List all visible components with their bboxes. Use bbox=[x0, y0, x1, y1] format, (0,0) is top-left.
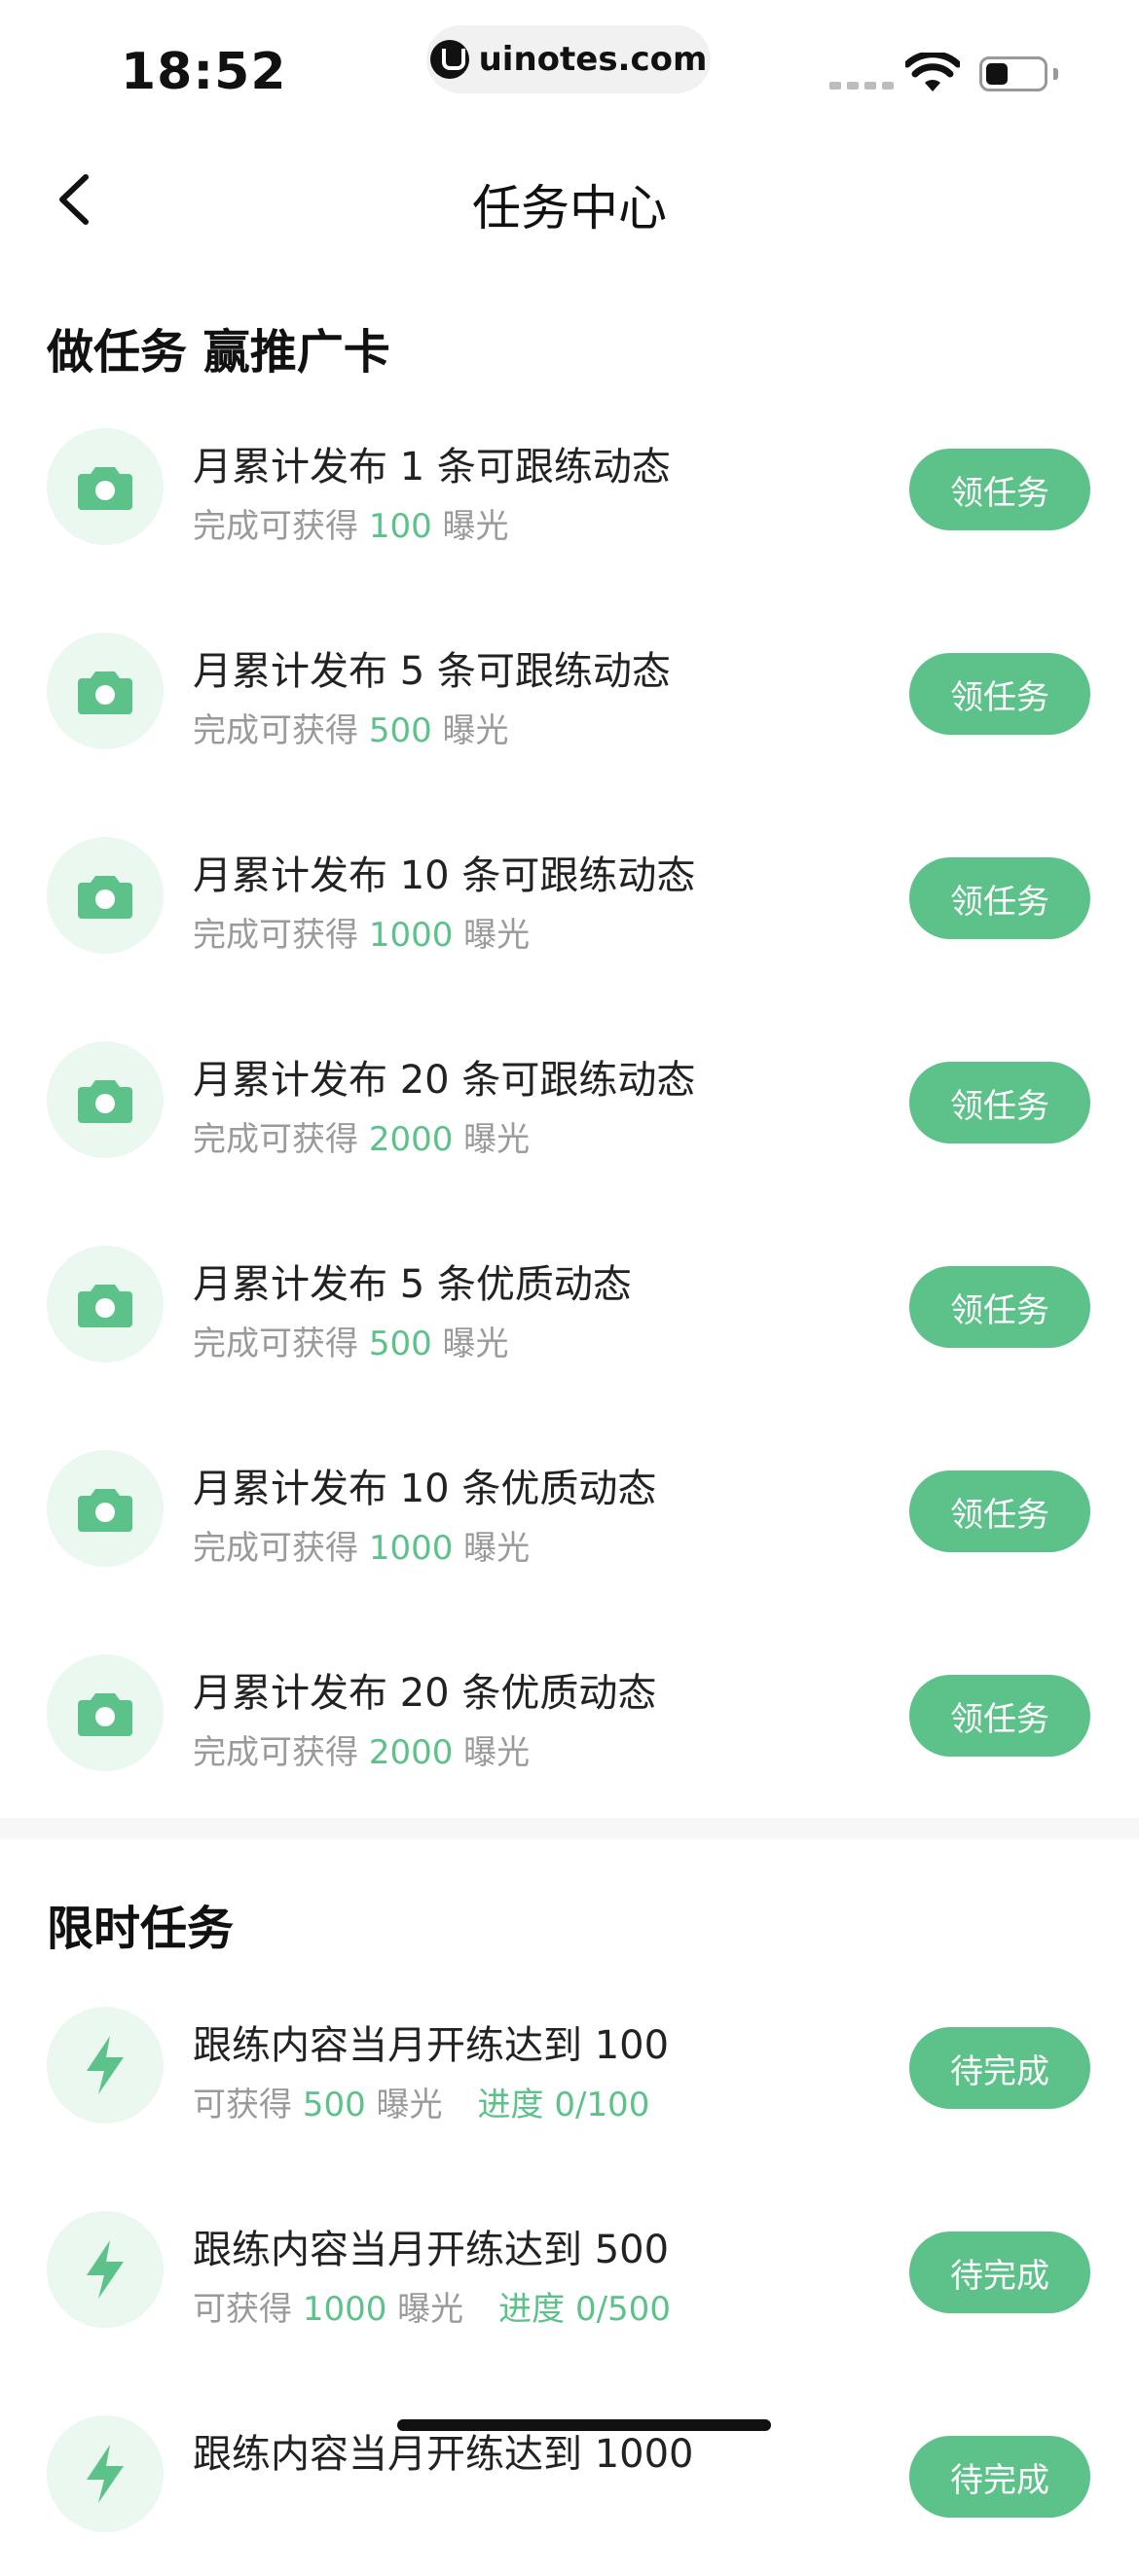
reward-unit: 曝光 bbox=[463, 916, 531, 955]
camera-icon bbox=[47, 428, 164, 545]
task-reward: 完成可获得 2000 曝光 bbox=[193, 1112, 530, 1160]
reward-amount: 1000 bbox=[368, 1529, 454, 1568]
reward-prefix: 可获得 bbox=[193, 2086, 292, 2124]
lightning-icon bbox=[47, 2211, 164, 2328]
task-title: 月累计发布 10 条可跟练动态 bbox=[193, 853, 696, 898]
status-bar: 18:52 uinotes.com bbox=[0, 0, 1139, 127]
url-pill[interactable]: uinotes.com bbox=[426, 25, 711, 93]
reward-prefix: 完成可获得 bbox=[193, 916, 358, 955]
reward-amount: 500 bbox=[368, 711, 432, 750]
section-title-limited: 限时任务 bbox=[47, 1902, 235, 1956]
task-reward: 完成可获得 1000 曝光 bbox=[193, 908, 530, 956]
reward-unit: 曝光 bbox=[442, 711, 509, 750]
camera-icon bbox=[47, 1246, 164, 1362]
reward-unit: 曝光 bbox=[463, 1120, 531, 1159]
claim-task-button[interactable]: 领任务 bbox=[909, 857, 1090, 939]
camera-icon bbox=[47, 837, 164, 954]
task-row: 月累计发布 20 条优质动态 完成可获得 2000 曝光 领任务 bbox=[0, 1611, 1139, 1815]
task-reward: 完成可获得 500 曝光 bbox=[193, 1317, 509, 1364]
page-title: 任务中心 bbox=[472, 180, 667, 236]
limited-task-row: 跟练内容当月开练达到 500 可获得 1000 曝光 进度 0/500 待完成 bbox=[0, 2167, 1139, 2372]
claim-task-button[interactable]: 领任务 bbox=[909, 653, 1090, 735]
task-reward: 可获得 1000 曝光 进度 0/500 bbox=[193, 2282, 671, 2330]
navigation-bar: 任务中心 bbox=[0, 127, 1139, 272]
task-title: 月累计发布 20 条可跟练动态 bbox=[193, 1058, 696, 1103]
task-reward: 完成可获得 2000 曝光 bbox=[193, 1725, 530, 1773]
battery-tip bbox=[1053, 68, 1058, 80]
task-row: 月累计发布 1 条可跟练动态 完成可获得 100 曝光 领任务 bbox=[0, 384, 1139, 589]
battery-icon bbox=[979, 56, 1047, 91]
limited-task-row: 跟练内容当月开练达到 100 可获得 500 曝光 进度 0/100 待完成 bbox=[0, 1963, 1139, 2167]
reward-unit: 曝光 bbox=[442, 1324, 509, 1363]
reward-prefix: 可获得 bbox=[193, 2290, 292, 2329]
lightning-icon bbox=[47, 2007, 164, 2123]
site-logo-icon bbox=[429, 40, 469, 79]
reward-amount: 500 bbox=[368, 1324, 432, 1363]
pending-button[interactable]: 待完成 bbox=[909, 2231, 1090, 2313]
reward-amount: 2000 bbox=[368, 1733, 454, 1772]
task-title: 跟练内容当月开练达到 100 bbox=[193, 2023, 670, 2068]
task-reward: 可获得 500 曝光 进度 0/100 bbox=[193, 2078, 649, 2125]
camera-icon bbox=[47, 1654, 164, 1771]
task-row: 月累计发布 20 条可跟练动态 完成可获得 2000 曝光 领任务 bbox=[0, 998, 1139, 1202]
pending-button[interactable]: 待完成 bbox=[909, 2027, 1090, 2109]
camera-icon bbox=[47, 633, 164, 749]
reward-prefix: 完成可获得 bbox=[193, 1733, 358, 1772]
reward-amount: 2000 bbox=[368, 1120, 454, 1159]
pending-button[interactable]: 待完成 bbox=[909, 2436, 1090, 2518]
home-indicator bbox=[397, 2419, 771, 2431]
cellular-signal-icon bbox=[829, 82, 894, 90]
url-text: uinotes.com bbox=[478, 40, 708, 79]
task-title: 月累计发布 5 条优质动态 bbox=[193, 1262, 632, 1307]
reward-prefix: 完成可获得 bbox=[193, 507, 358, 546]
camera-icon bbox=[47, 1041, 164, 1158]
task-row: 月累计发布 5 条可跟练动态 完成可获得 500 曝光 领任务 bbox=[0, 589, 1139, 793]
claim-task-button[interactable]: 领任务 bbox=[909, 1470, 1090, 1552]
limited-task-row: 跟练内容当月开练达到 1000 待完成 bbox=[0, 2372, 1139, 2576]
task-row: 月累计发布 5 条优质动态 完成可获得 500 曝光 领任务 bbox=[0, 1202, 1139, 1406]
camera-icon bbox=[47, 1450, 164, 1567]
task-title: 月累计发布 10 条优质动态 bbox=[193, 1467, 657, 1511]
section-divider bbox=[0, 1818, 1139, 1839]
reward-prefix: 完成可获得 bbox=[193, 1529, 358, 1568]
reward-amount: 100 bbox=[368, 507, 432, 546]
reward-unit: 曝光 bbox=[463, 1529, 531, 1568]
reward-unit: 曝光 bbox=[463, 1733, 531, 1772]
task-progress: 进度 0/100 bbox=[477, 2086, 650, 2124]
wifi-icon bbox=[905, 53, 960, 91]
reward-prefix: 完成可获得 bbox=[193, 1120, 358, 1159]
task-reward: 完成可获得 500 曝光 bbox=[193, 704, 509, 751]
task-title: 月累计发布 20 条优质动态 bbox=[193, 1671, 657, 1716]
reward-amount: 1000 bbox=[368, 916, 454, 955]
reward-unit: 曝光 bbox=[376, 2086, 443, 2124]
task-reward: 完成可获得 1000 曝光 bbox=[193, 1521, 530, 1569]
task-title: 月累计发布 1 条可跟练动态 bbox=[193, 445, 671, 490]
claim-task-button[interactable]: 领任务 bbox=[909, 449, 1090, 530]
claim-task-button[interactable]: 领任务 bbox=[909, 1266, 1090, 1348]
reward-unit: 曝光 bbox=[397, 2290, 464, 2329]
reward-prefix: 完成可获得 bbox=[193, 1324, 358, 1363]
reward-amount: 500 bbox=[302, 2086, 366, 2124]
reward-unit: 曝光 bbox=[442, 507, 509, 546]
lightning-icon bbox=[47, 2415, 164, 2532]
claim-task-button[interactable]: 领任务 bbox=[909, 1675, 1090, 1757]
reward-prefix: 完成可获得 bbox=[193, 711, 358, 750]
claim-task-button[interactable]: 领任务 bbox=[909, 1062, 1090, 1143]
task-row: 月累计发布 10 条优质动态完成可获得 1000 曝光 领任务 bbox=[0, 1406, 1139, 1611]
task-progress: 进度 0/500 bbox=[498, 2290, 671, 2329]
task-title: 月累计发布 5 条可跟练动态 bbox=[193, 649, 671, 694]
status-time: 18:52 bbox=[121, 43, 287, 101]
reward-amount: 1000 bbox=[302, 2290, 387, 2329]
section-title-tasks: 做任务 赢推广卡 bbox=[47, 325, 390, 380]
task-row: 月累计发布 10 条可跟练动态 完成可获得 1000 曝光 领任务 bbox=[0, 793, 1139, 998]
task-title: 跟练内容当月开练达到 500 bbox=[193, 2228, 670, 2272]
task-reward: 完成可获得 100 曝光 bbox=[193, 499, 509, 547]
